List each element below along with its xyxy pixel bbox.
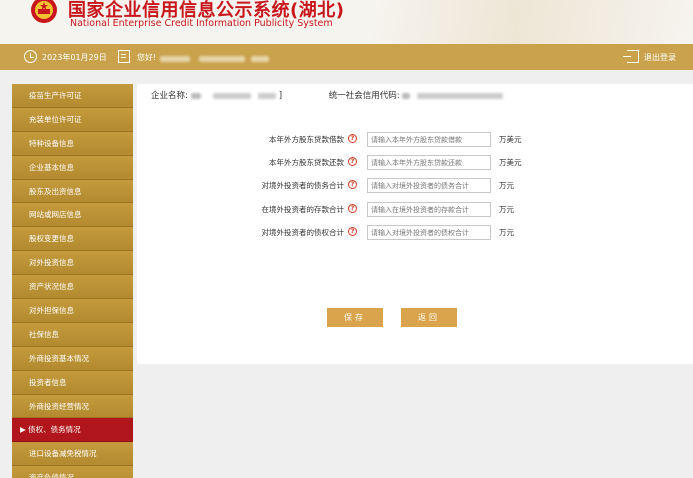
sidebar-item[interactable]: 股东及出资信息	[12, 179, 133, 204]
amount-input[interactable]	[367, 225, 491, 240]
unit-label: 万元	[499, 181, 514, 190]
sidebar-item[interactable]: 外商投资基本情况	[12, 346, 133, 371]
field-label: 本年外方股东贷款借款	[269, 135, 344, 144]
field-label: 对境外投资者的债权合计	[261, 228, 345, 237]
unit-label: 万元	[499, 228, 514, 237]
company-name-tail: ]	[278, 91, 283, 101]
amount-input[interactable]	[367, 132, 491, 147]
sidebar-item[interactable]: 特种设备信息	[12, 131, 133, 156]
form-row: 在境外投资者的存款合计? 万元	[137, 202, 693, 217]
sidebar-item[interactable]: 资产负债情况	[12, 466, 133, 478]
unit-label: 万美元	[499, 158, 522, 167]
logout-link[interactable]: 退出登录	[644, 52, 676, 63]
sidebar-item[interactable]: 股权变更信息	[12, 227, 133, 252]
save-button[interactable]: 保存	[327, 308, 383, 327]
help-icon[interactable]: ?	[348, 157, 357, 166]
form-row: 本年外方股东贷款还款? 万美元	[137, 155, 693, 170]
redacted-credit-code	[402, 91, 503, 101]
main-content: 企业名称: ] 统一社会信用代码: 本年外方股东贷款借款?万美元本年外方股东贷款…	[137, 84, 693, 364]
sidebar-item[interactable]: 外商投资经营情况	[12, 394, 133, 419]
sidebar-item[interactable]: 进口设备减免税情况	[12, 442, 133, 467]
sidebar-item[interactable]: 疫苗生产许可证	[12, 84, 133, 108]
help-icon[interactable]: ?	[348, 227, 357, 236]
form-row: 对境外投资者的债权合计? 万元	[137, 225, 693, 240]
national-emblem-icon	[31, 0, 57, 23]
help-icon[interactable]: ?	[348, 204, 357, 213]
company-name-label: 企业名称:	[151, 91, 188, 101]
unit-label: 万元	[499, 205, 514, 214]
back-button[interactable]: 返回	[401, 308, 457, 327]
site-subtitle: National Enterprise Credit Information P…	[70, 18, 333, 29]
clock-icon	[24, 50, 37, 63]
logout-icon[interactable]	[623, 50, 639, 63]
current-date: 2023年01月29日	[42, 53, 107, 62]
redacted-user-name	[160, 54, 270, 63]
sidebar-item[interactable]: 社保信息	[12, 322, 133, 347]
form-row: 本年外方股东贷款借款? 万美元	[137, 132, 693, 147]
field-label: 在境外投资者的存款合计	[261, 205, 345, 214]
header-decoration	[373, 0, 693, 44]
site-header: 国家企业信用信息公示系统(湖北) National Enterprise Cre…	[0, 0, 693, 44]
field-label: 对境外投资者的债务合计	[261, 181, 345, 190]
user-card-icon	[118, 50, 130, 63]
redacted-company-name	[190, 91, 279, 101]
sidebar-item[interactable]: ▶ 债权、债务情况	[12, 418, 133, 443]
company-info: 企业名称: ] 统一社会信用代码:	[151, 89, 503, 101]
help-icon[interactable]: ?	[348, 180, 357, 189]
amount-input[interactable]	[367, 202, 491, 217]
form-row: 对境外投资者的债务合计? 万元	[137, 178, 693, 193]
unit-label: 万美元	[499, 135, 522, 144]
greeting: 您好!	[137, 53, 157, 62]
amount-input[interactable]	[367, 178, 491, 193]
sidebar-item[interactable]: 企业基本信息	[12, 155, 133, 180]
top-bar: 2023年01月29日 您好! 退出登录	[0, 44, 693, 70]
sidebar-nav: 疫苗生产许可证 充装单位许可证 特种设备信息 企业基本信息 股东及出资信息 网站或网店信息…	[12, 84, 133, 478]
sidebar-item[interactable]: 充装单位许可证	[12, 107, 133, 132]
sidebar-item[interactable]: 对外投资信息	[12, 251, 133, 276]
sidebar-item[interactable]: 网站或网店信息	[12, 203, 133, 228]
sidebar-item[interactable]: 投资者信息	[12, 370, 133, 395]
sidebar-item[interactable]: 资产状况信息	[12, 275, 133, 300]
credit-code-label: 统一社会信用代码:	[328, 91, 400, 101]
field-label: 本年外方股东贷款还款	[269, 158, 344, 167]
help-icon[interactable]: ?	[348, 134, 357, 143]
amount-input[interactable]	[367, 155, 491, 170]
sidebar-item[interactable]: 对外担保信息	[12, 299, 133, 323]
